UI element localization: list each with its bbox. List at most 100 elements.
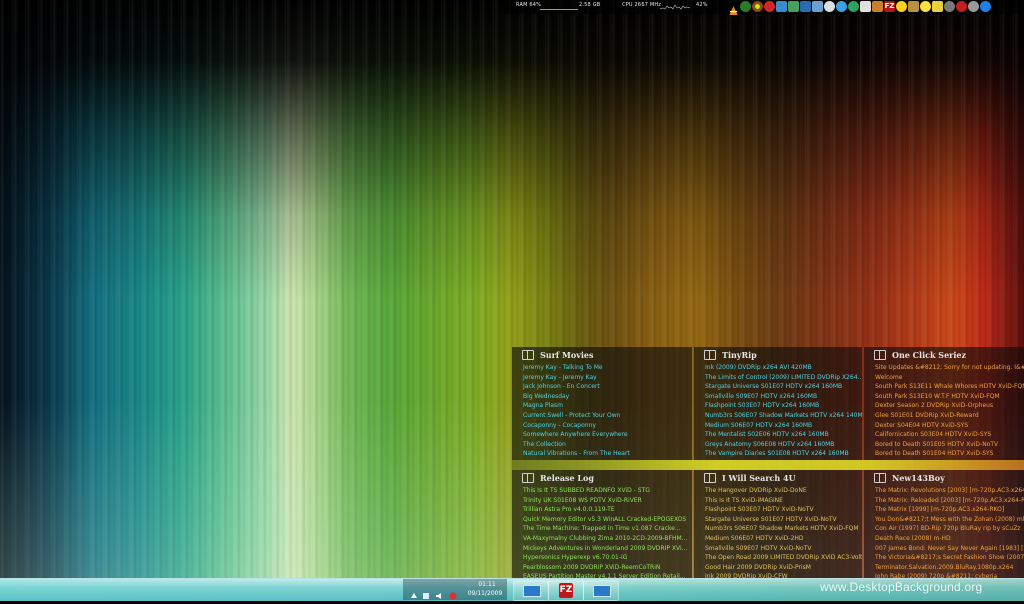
- feed-header[interactable]: One Click Seriez: [874, 350, 966, 360]
- feed-list: This Is It TS SUBBED READNFO XViD - STG T…: [523, 486, 687, 578]
- feed-item[interactable]: Medium S06E07 HDTV x264 160MB: [705, 421, 862, 431]
- feed-item[interactable]: Jack Johnson - En Concert: [523, 382, 630, 392]
- chat-icon[interactable]: [836, 1, 847, 12]
- feed-item[interactable]: South Park S13E11 Whale Whores HDTV XviD…: [875, 382, 1024, 392]
- flag-icon[interactable]: [449, 585, 457, 600]
- feed-item[interactable]: The Vampire Diaries S01E08 HDTV x264 160…: [705, 449, 862, 459]
- feed-item[interactable]: The Time Machine: Trapped in Time v1.087…: [523, 524, 687, 534]
- arrow-up-icon[interactable]: [410, 585, 418, 598]
- feed-item[interactable]: Good Hair 2009 DVDRip XviD-PrisM: [705, 563, 862, 573]
- feed-item[interactable]: The Open Road 2009 LIMITED DVDRip XViD A…: [705, 553, 862, 563]
- network-tray-icon[interactable]: [422, 585, 430, 599]
- feed-item[interactable]: Ink (2009) DVDRip x264 AVI 420MB: [705, 363, 862, 373]
- taskbar-button-filezilla[interactable]: FZ: [548, 580, 584, 601]
- feed-item[interactable]: VA-Maxymalny Clubbing Zima 2010-2CD-2009…: [523, 534, 687, 544]
- feed-item[interactable]: Site Updates &#8212; Sorry for not updat…: [875, 363, 1024, 373]
- clock-date[interactable]: 09/11/2009: [463, 590, 507, 597]
- chrome-icon[interactable]: [752, 1, 763, 12]
- filezilla-icon[interactable]: FZ: [884, 1, 895, 12]
- feed-item[interactable]: This Is It TS XviD-iMAGiNE: [705, 496, 862, 506]
- feed-item[interactable]: Dexter S04E04 HDTV XviD-SYS: [875, 421, 1024, 431]
- feed-item[interactable]: Somewhere Anywhere Everywhere: [523, 430, 630, 440]
- feed-item[interactable]: Medium S06E07 HDTV XviD-2HD: [705, 534, 862, 544]
- feed-item[interactable]: Trinity UK S01E08 WS PDTV XviD-RiVER: [523, 496, 687, 506]
- feed-item[interactable]: Cocaponny - Cocaponny: [523, 421, 630, 431]
- feed-item[interactable]: Flashpoint S03E07 HDTV x264 160MB: [705, 401, 862, 411]
- ram-label: RAM 64%: [516, 2, 542, 8]
- feed-item[interactable]: Jeremy Kay - Talking To Me: [523, 363, 630, 373]
- feed-item[interactable]: Stargate Universe S01E07 HDTV x264 160MB: [705, 382, 862, 392]
- feed-item[interactable]: Terminator.Salvation.2009.BluRay.1080p.x…: [875, 563, 1024, 573]
- feed-header[interactable]: Surf Movies: [522, 350, 594, 360]
- taskbar-button-2[interactable]: [583, 580, 619, 601]
- feed-item[interactable]: Trillian Astra Pro v4.0.0.119-TE: [523, 505, 687, 515]
- feed-item[interactable]: The Matrix: Reloaded [2003] [m-720p.AC3.…: [875, 496, 1024, 506]
- feed-header[interactable]: TinyRip: [704, 350, 757, 360]
- feed-item[interactable]: The Victoria&#8217;s Secret Fashion Show…: [875, 553, 1024, 563]
- key-icon[interactable]: [932, 1, 943, 12]
- user-icon[interactable]: [812, 1, 823, 12]
- feed-item[interactable]: Welcome: [875, 373, 1024, 383]
- feed-item[interactable]: Jeremy Kay - Jeremy Kay: [523, 373, 630, 383]
- document-icon[interactable]: [860, 1, 871, 12]
- monitor-icon: [523, 585, 541, 597]
- feed-header[interactable]: I Will Search 4U: [704, 473, 796, 483]
- power-icon[interactable]: [956, 1, 967, 12]
- feed-item[interactable]: Numb3rs S06E07 Shadow Markets HDTV XviD-…: [705, 524, 862, 534]
- feed-item[interactable]: The Limits of Control (2009) LIMITED DVD…: [705, 373, 862, 383]
- globe-icon[interactable]: [848, 1, 859, 12]
- feed-item[interactable]: Dexter Season 2 DVDRip XviD-Orpheus: [875, 401, 1024, 411]
- feed-item[interactable]: The Matrix: Revolutions [2003] [m-720p.A…: [875, 486, 1024, 496]
- network-icon[interactable]: [776, 1, 787, 12]
- feed-item[interactable]: Flashpoint S03E07 HDTV XviD-NoTV: [705, 505, 862, 515]
- volume-icon[interactable]: [435, 585, 443, 599]
- taskbar-button-1[interactable]: [513, 580, 549, 601]
- red-app-icon[interactable]: [764, 1, 775, 12]
- smiley-icon[interactable]: [896, 1, 907, 12]
- feed-item[interactable]: 007 James Bond: Never Say Never Again [1…: [875, 544, 1024, 554]
- feed-item[interactable]: Natural Vibrations - From The Heart: [523, 449, 630, 459]
- feed-item[interactable]: Numb3rs S06E07 Shadow Markets HDTV x264 …: [705, 411, 862, 421]
- feed-item[interactable]: Magna Plasm: [523, 401, 630, 411]
- info-icon[interactable]: [980, 1, 991, 12]
- app-icon[interactable]: [740, 1, 751, 12]
- feed-item[interactable]: Mickeys Adventures in Wonderland 2009 DV…: [523, 544, 687, 554]
- feed-item[interactable]: Pearblossom 2009 DVDRiP XViD-ReemCoTRiN: [523, 563, 687, 573]
- gear-icon[interactable]: [944, 1, 955, 12]
- feed-item[interactable]: This Is It TS SUBBED READNFO XViD - STG: [523, 486, 687, 496]
- feed-item[interactable]: Bored to Death S01E05 HDTV XviD-NoTV: [875, 440, 1024, 450]
- settings-icon[interactable]: [968, 1, 979, 12]
- tool-icon[interactable]: [788, 1, 799, 12]
- feed-header[interactable]: Release Log: [522, 473, 594, 483]
- archive-icon[interactable]: [908, 1, 919, 12]
- feed-item[interactable]: The Hangover DVDRip XviD-DoNE: [705, 486, 862, 496]
- feed-item[interactable]: Big Wednesday: [523, 392, 630, 402]
- star-icon[interactable]: [920, 1, 931, 12]
- feed-item[interactable]: Stargate Universe S01E07 HDTV XviD-NoTV: [705, 515, 862, 525]
- feed-item[interactable]: Californication S03E04 HDTV XviD-SYS: [875, 430, 1024, 440]
- folder-icon[interactable]: [872, 1, 883, 12]
- clock-time[interactable]: 01:11: [468, 581, 506, 588]
- feed-item[interactable]: South Park S13E10 W.T.F HDTV XviD-FQM: [875, 392, 1024, 402]
- feed-item[interactable]: You Don&#8217;t Mess with the Zohan (200…: [875, 515, 1024, 525]
- feed-item[interactable]: Glee S01E01 DVDRip XviD-Reward: [875, 411, 1024, 421]
- feed-item[interactable]: The Mentalist S02E06 HDTV x264 160MB: [705, 430, 862, 440]
- feed-item[interactable]: Current Swell - Protect Your Own: [523, 411, 630, 421]
- envelope-icon[interactable]: [824, 1, 835, 12]
- ram-value: 2.58 GB: [579, 2, 601, 8]
- feed-item[interactable]: Bored to Death S01E04 HDTV XviD-SYS: [875, 449, 1024, 459]
- window-icon[interactable]: [800, 1, 811, 12]
- feed-item[interactable]: Hypersonics Hyperexp v6.70.01-iG: [523, 553, 687, 563]
- feed-item[interactable]: Con Air (1997) BD-Rip 720p BluRay rip by…: [875, 524, 1024, 534]
- feed-item[interactable]: Smallville S09E07 HDTV XviD-NoTV: [705, 544, 862, 554]
- feed-header[interactable]: New143Boy: [874, 473, 945, 483]
- feed-item[interactable]: Death Race (2008) m-HD: [875, 534, 1024, 544]
- vlc-icon[interactable]: [728, 1, 739, 15]
- feed-title: One Click Seriez: [892, 350, 967, 360]
- feed-item[interactable]: Greys Anatomy S06E08 HDTV x264 160MB: [705, 440, 862, 450]
- feed-item[interactable]: The Matrix [1999] [m-720p.AC3.x264-RKO]: [875, 505, 1024, 515]
- feed-item[interactable]: Quick Memory Editor v5.3 WinALL Cracked-…: [523, 515, 687, 525]
- feed-item[interactable]: The Collection: [523, 440, 630, 450]
- feed-item[interactable]: Smallville S09E07 HDTV x264 160MB: [705, 392, 862, 402]
- feed-list: Ink (2009) DVDRip x264 AVI 420MB The Limi…: [705, 363, 862, 459]
